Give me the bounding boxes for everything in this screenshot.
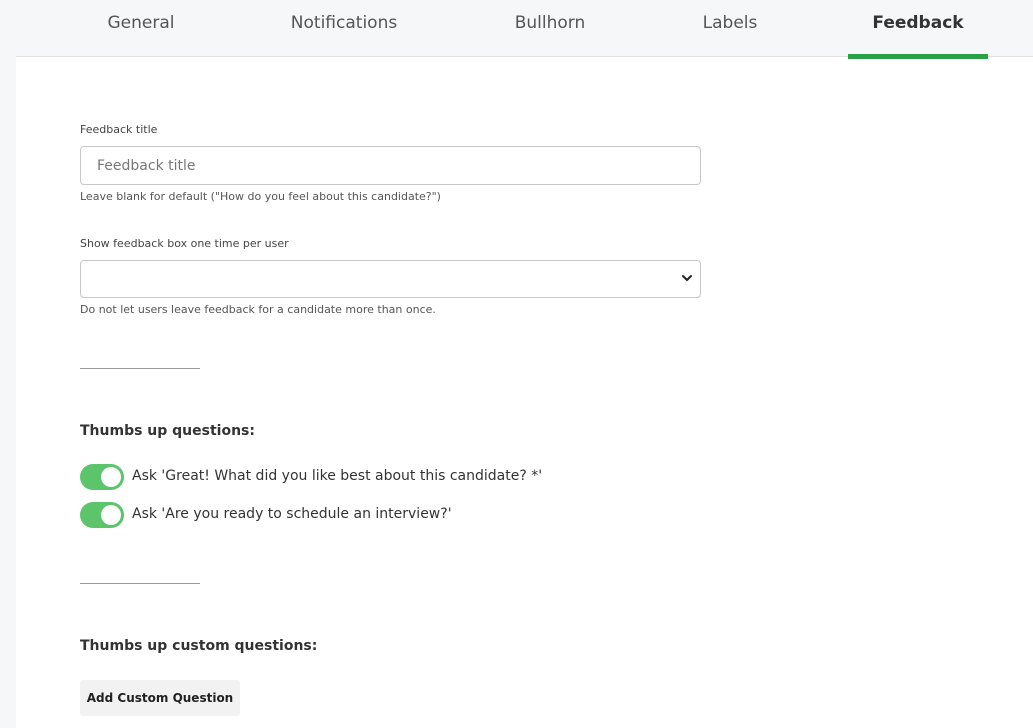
section-divider	[80, 368, 200, 369]
tab-bullhorn[interactable]: Bullhorn	[504, 0, 596, 56]
question-toggle[interactable]	[80, 502, 124, 528]
show-once-help: Do not let users leave feedback for a ca…	[80, 303, 436, 316]
tab-feedback[interactable]: Feedback	[848, 0, 988, 56]
show-once-select[interactable]	[80, 260, 701, 298]
add-custom-question-button[interactable]: Add Custom Question	[80, 680, 240, 716]
tab-general[interactable]: General	[95, 0, 187, 56]
feedback-title-help: Leave blank for default ("How do you fee…	[80, 190, 441, 203]
feedback-title-label: Feedback title	[80, 123, 158, 136]
chevron-down-icon	[682, 275, 692, 281]
thumbs-up-questions-title: Thumbs up questions:	[80, 423, 255, 439]
show-once-label: Show feedback box one time per user	[80, 237, 289, 250]
question-label: Ask 'Are you ready to schedule an interv…	[132, 506, 452, 522]
settings-tabs: General Notifications Bullhorn Labels Fe…	[16, 0, 1033, 57]
toggle-knob	[101, 467, 121, 487]
toggle-knob	[101, 505, 121, 525]
custom-questions-title: Thumbs up custom questions:	[80, 638, 318, 654]
question-label: Ask 'Great! What did you like best about…	[132, 468, 543, 484]
feedback-title-input[interactable]	[80, 146, 701, 185]
question-toggle[interactable]	[80, 464, 124, 490]
section-divider	[80, 583, 200, 584]
active-tab-indicator	[848, 54, 988, 59]
tab-notifications[interactable]: Notifications	[278, 0, 410, 56]
tab-labels[interactable]: Labels	[688, 0, 772, 56]
settings-panel	[16, 0, 1033, 728]
